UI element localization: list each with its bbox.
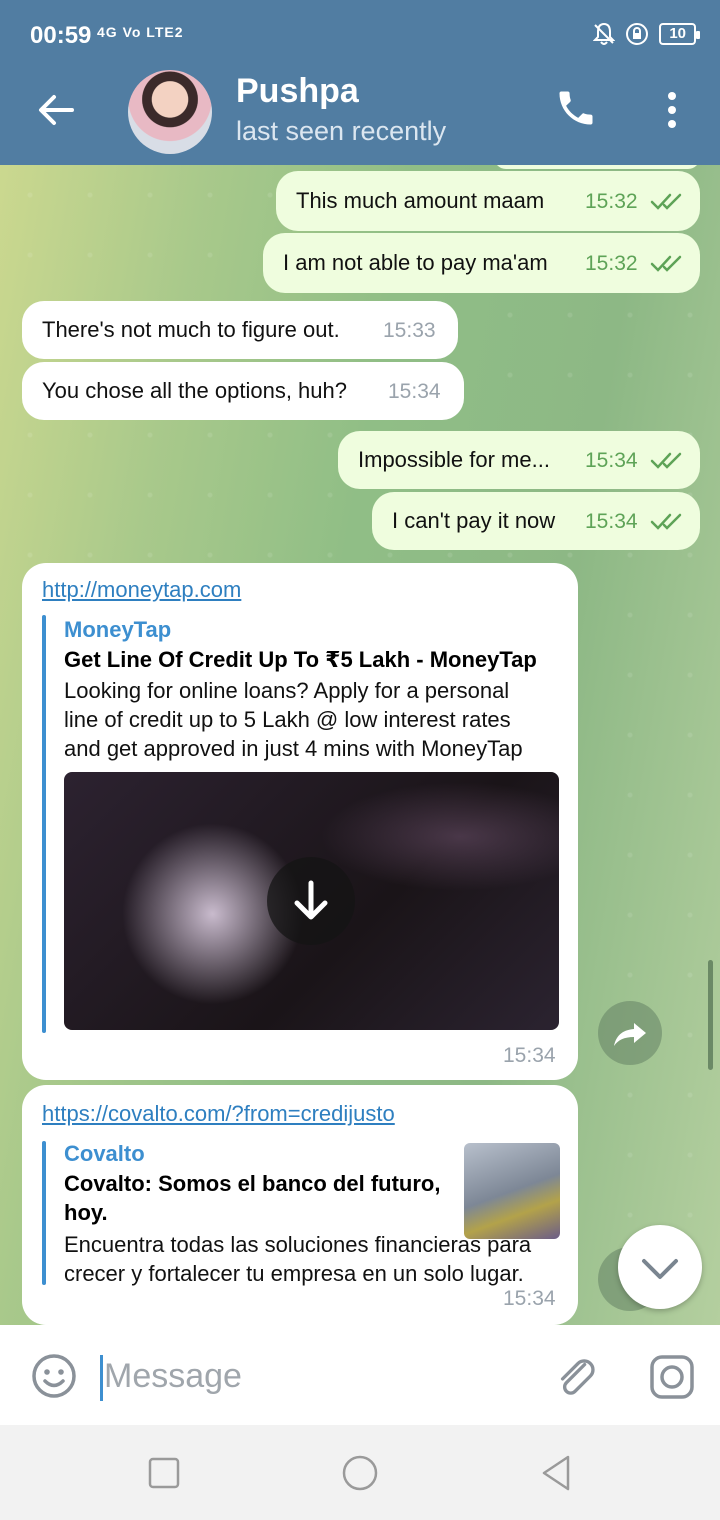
message-bubble-outgoing[interactable] [494,165,700,169]
message-bubble-incoming[interactable]: There's not much to figure out. 15:33 [22,301,458,359]
message-composer [0,1325,720,1425]
attach-icon[interactable] [553,1353,599,1399]
download-icon [294,880,328,920]
message-time: 15:34 [585,449,638,473]
message-text: You chose all the options, huh? [42,378,347,403]
message-time: 15:34 [388,380,441,404]
message-bubble-outgoing[interactable]: Impossible for me... 15:34 [338,431,700,489]
chat-area[interactable]: This much amount maam 15:32 I am not abl… [0,165,720,1325]
quote-bar [42,1141,46,1285]
preview-site-name: Covalto [64,1141,145,1166]
recents-square-icon[interactable] [144,1453,184,1493]
message-bubble-outgoing[interactable]: This much amount maam 15:32 [276,171,700,231]
camera-icon[interactable] [648,1353,696,1401]
message-time: 15:34 [503,1044,556,1067]
double-check-icon [650,513,682,530]
message-time: 15:32 [585,190,638,214]
message-bubble-outgoing[interactable]: I am not able to pay ma'am 15:32 [263,233,700,293]
message-time: 15:32 [585,252,638,276]
message-text: I can't pay it now [392,508,556,533]
double-check-icon [650,255,682,272]
chevron-down-icon [642,1259,678,1279]
message-text: There's not much to figure out. [42,317,340,342]
avatar[interactable] [128,70,212,154]
scroll-to-bottom-button[interactable] [618,1225,702,1309]
double-check-icon [650,193,682,210]
back-arrow-icon[interactable] [32,86,80,134]
preview-site-name: MoneyTap [64,617,172,642]
message-bubble-outgoing[interactable]: I can't pay it now 15:34 [372,492,700,550]
scrollbar[interactable] [708,960,713,1070]
message-time: 15:34 [503,1287,556,1310]
status-bar: 00:59 4G Vo LTE2 10 [0,0,720,70]
link-preview-message[interactable]: http://moneytap.com MoneyTap Get Line Of… [22,563,578,1080]
preview-image[interactable] [64,772,559,1030]
preview-description: Looking for online loans? Apply for a pe… [64,678,523,761]
text-caret [100,1355,103,1401]
system-nav-bar [0,1425,720,1520]
message-link[interactable]: https://covalto.com/?from=credijusto [42,1101,395,1127]
network-indicator: 4G Vo LTE2 [97,24,184,40]
status-time: 00:59 [30,22,92,49]
battery-indicator: 10 [659,23,700,45]
message-text: This much amount maam [296,188,545,213]
message-input[interactable] [104,1353,524,1399]
contact-name[interactable]: Pushpa [236,72,359,111]
preview-title: Get Line Of Credit Up To ₹5 Lakh - Money… [64,647,537,672]
chat-header: 00:59 4G Vo LTE2 10 Pushpa last seen rec… [0,0,720,165]
share-icon [614,1023,646,1046]
message-time: 15:34 [585,510,638,534]
home-circle-icon[interactable] [340,1453,380,1493]
preview-description: Encuentra todas las soluciones financier… [64,1232,532,1286]
lock-rotation-icon [626,23,649,45]
mute-bell-icon [593,22,616,45]
emoji-icon[interactable] [30,1352,78,1400]
preview-title: Covalto: Somos el banco del futuro, hoy. [64,1171,441,1225]
message-text: I am not able to pay ma'am [283,250,548,275]
message-bubble-incoming[interactable]: You chose all the options, huh? 15:34 [22,362,464,420]
download-button[interactable] [267,857,355,945]
phone-icon[interactable] [554,86,598,130]
quote-bar [42,615,46,1033]
more-vert-icon[interactable] [660,88,684,132]
back-triangle-icon[interactable] [536,1453,576,1493]
preview-thumbnail[interactable] [464,1143,560,1239]
double-check-icon [650,452,682,469]
message-text: Impossible for me... [358,447,550,472]
share-button[interactable] [598,1001,662,1065]
message-link[interactable]: http://moneytap.com [42,577,241,603]
link-preview-message[interactable]: https://covalto.com/?from=credijusto Cov… [22,1085,578,1325]
contact-status: last seen recently [236,116,447,146]
message-time: 15:33 [383,319,436,343]
